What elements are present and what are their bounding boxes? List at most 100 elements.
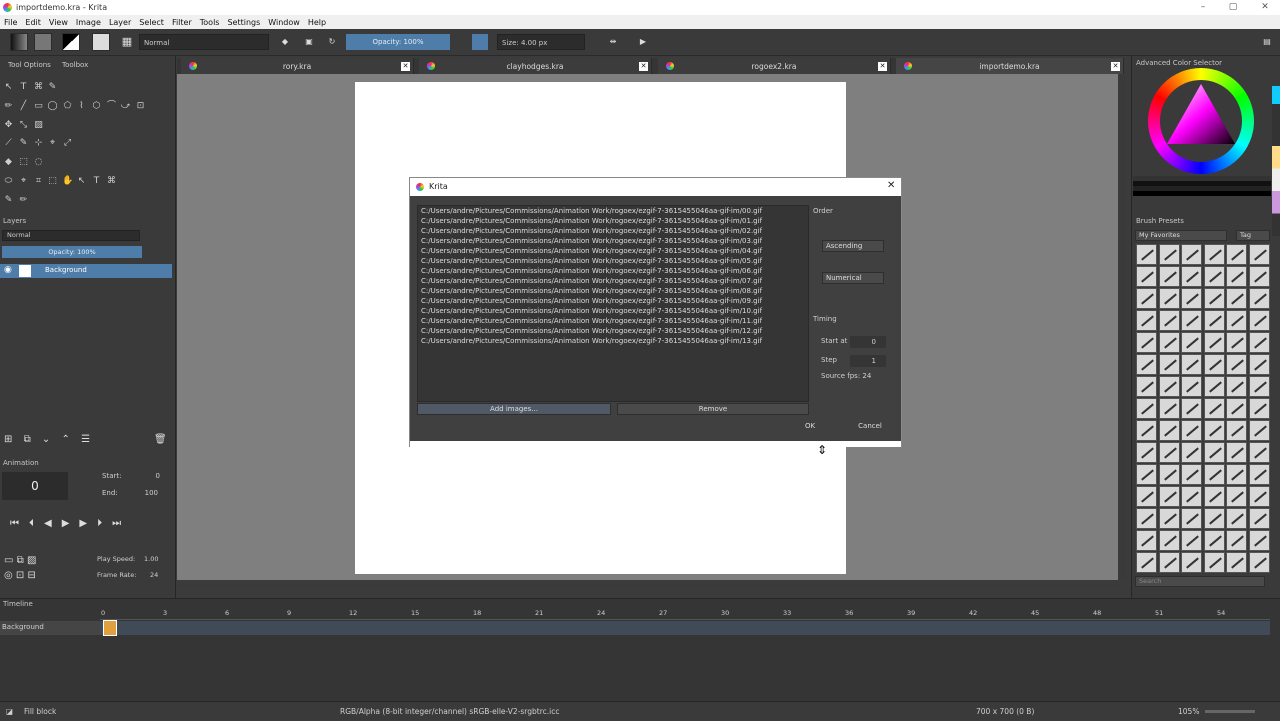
size-slider[interactable]: Size: 4.00 px xyxy=(497,34,585,50)
brush-preset[interactable] xyxy=(1158,266,1180,287)
current-frame-field[interactable]: 0 xyxy=(2,472,68,500)
brush-preset[interactable] xyxy=(1158,398,1180,419)
tool-icon[interactable]: ⌘ xyxy=(106,176,117,187)
workspace-grid-icon[interactable]: ▦ xyxy=(118,33,136,51)
brush-preset[interactable] xyxy=(1226,266,1247,287)
brush-preset[interactable] xyxy=(1203,420,1225,441)
next-keyframe-icon[interactable]: ⏵ xyxy=(97,518,112,529)
layer-row-background[interactable]: ◉ Background xyxy=(0,264,172,278)
end-field[interactable]: 100 xyxy=(142,489,158,497)
brush-preset[interactable] xyxy=(1158,244,1180,265)
tool-icon[interactable]: ⊡ xyxy=(135,101,146,112)
brush-preset[interactable] xyxy=(1226,398,1247,419)
brush-preset[interactable] xyxy=(1181,288,1202,309)
tag-button[interactable]: Tag xyxy=(1236,230,1270,241)
brush-preset[interactable] xyxy=(1248,310,1270,331)
brush-preset[interactable] xyxy=(1158,464,1180,485)
first-frame-icon[interactable]: ⏮ xyxy=(10,518,29,529)
brush-preset[interactable] xyxy=(1248,486,1270,507)
brush-preset[interactable] xyxy=(1136,266,1157,287)
brush-preset[interactable] xyxy=(1158,310,1180,331)
tool-icon[interactable]: ⌗ xyxy=(33,176,44,187)
frame-rate-field[interactable]: 24 xyxy=(150,571,158,579)
start-at-spinbox[interactable]: 0 xyxy=(850,336,886,348)
brush-preset[interactable] xyxy=(1181,486,1202,507)
delete-layer-icon[interactable]: 🗑 xyxy=(154,434,167,445)
brush-preset[interactable] xyxy=(1181,376,1202,397)
brush-preset[interactable] xyxy=(1226,288,1247,309)
brush-preset[interactable] xyxy=(1226,354,1247,375)
brush-preset-icon[interactable] xyxy=(92,33,110,51)
brush-preset[interactable] xyxy=(1181,354,1202,375)
brush-preset[interactable] xyxy=(1203,288,1225,309)
layer-opacity-slider[interactable]: Opacity: 100% xyxy=(2,246,142,258)
close-tab-icon[interactable]: ✕ xyxy=(639,62,648,71)
drop-frames-icon[interactable]: ⧉ xyxy=(17,555,24,566)
tab-rogoex2[interactable]: rogoex2.kra ✕ xyxy=(658,58,891,75)
maximize-icon[interactable]: ▢ xyxy=(1218,0,1248,15)
brush-preset[interactable] xyxy=(1248,530,1270,551)
preserve-alpha-icon[interactable]: ▣ xyxy=(300,33,318,51)
duplicate-layer-icon[interactable]: ⧉ xyxy=(24,434,31,445)
tab-toolbox[interactable]: Toolbox xyxy=(62,58,88,72)
brush-preset[interactable] xyxy=(1181,552,1202,573)
brush-preset[interactable] xyxy=(1136,376,1157,397)
tool-icon[interactable]: ⌒ xyxy=(106,101,117,112)
layer-properties-icon[interactable]: ☰ xyxy=(81,434,90,445)
flow-slider[interactable] xyxy=(472,34,488,50)
play-icon[interactable]: ▶ xyxy=(62,518,80,529)
tool-icon[interactable]: ╱ xyxy=(18,101,29,112)
brush-preset[interactable] xyxy=(1181,508,1202,529)
brush-preset[interactable] xyxy=(1248,288,1270,309)
brush-preset[interactable] xyxy=(1226,332,1247,353)
menu-tools[interactable]: Tools xyxy=(196,18,224,27)
file-list-item[interactable]: C:/Users/andre/Pictures/Commissions/Anim… xyxy=(418,256,808,266)
palette-swatches[interactable] xyxy=(1272,86,1280,236)
gradient-swatch[interactable] xyxy=(10,33,28,51)
tool-icon[interactable]: ⟋ xyxy=(3,138,14,149)
brush-preset[interactable] xyxy=(1181,310,1202,331)
brush-preset[interactable] xyxy=(1181,244,1202,265)
brush-preset[interactable] xyxy=(1203,508,1225,529)
tool-icon[interactable]: ⤢ xyxy=(62,138,73,149)
prev-frame-icon[interactable]: ◀ xyxy=(44,518,62,529)
minimize-icon[interactable]: – xyxy=(1188,0,1218,15)
menu-select[interactable]: Select xyxy=(135,18,168,27)
brush-preset[interactable] xyxy=(1203,398,1225,419)
file-list-item[interactable]: C:/Users/andre/Pictures/Commissions/Anim… xyxy=(418,306,808,316)
brush-preset[interactable] xyxy=(1136,310,1157,331)
tool-icon[interactable]: ↖ xyxy=(76,176,87,187)
move-up-icon[interactable]: ⌃ xyxy=(61,434,69,445)
file-list-item[interactable]: C:/Users/andre/Pictures/Commissions/Anim… xyxy=(418,296,808,306)
brush-preset[interactable] xyxy=(1203,266,1225,287)
close-tab-icon[interactable]: ✕ xyxy=(401,62,410,71)
order-direction-select[interactable]: Ascending xyxy=(822,240,884,252)
menu-help[interactable]: Help xyxy=(304,18,330,27)
brush-preset[interactable] xyxy=(1158,332,1180,353)
brush-preset[interactable] xyxy=(1181,530,1202,551)
onion-skin-icon[interactable]: ▭ xyxy=(4,555,13,566)
tool-icon[interactable]: ◌ xyxy=(33,157,44,168)
blend-mode-select[interactable]: Normal xyxy=(139,34,269,50)
tab-clayhodges[interactable]: clayhodges.kra ✕ xyxy=(419,58,652,75)
brush-search-field[interactable]: Search xyxy=(1135,576,1265,587)
ok-button[interactable]: OK xyxy=(795,421,825,433)
brush-preset[interactable] xyxy=(1136,486,1157,507)
brush-preset[interactable] xyxy=(1203,354,1225,375)
menu-window[interactable]: Window xyxy=(264,18,304,27)
brush-preset[interactable] xyxy=(1226,486,1247,507)
cancel-button[interactable]: Cancel xyxy=(850,421,890,433)
remove-button[interactable]: Remove xyxy=(617,403,809,415)
brush-preset[interactable] xyxy=(1226,420,1247,441)
audio-icon[interactable]: ◎ xyxy=(4,570,13,581)
menu-edit[interactable]: Edit xyxy=(21,18,45,27)
brush-preset[interactable] xyxy=(1181,266,1202,287)
brush-preset[interactable] xyxy=(1248,244,1270,265)
tool-icon[interactable]: ⌘ xyxy=(33,82,44,93)
tool-icon[interactable]: ⬭ xyxy=(3,176,14,187)
brush-preset[interactable] xyxy=(1158,530,1180,551)
brush-preset[interactable] xyxy=(1226,442,1247,463)
frame-track[interactable] xyxy=(100,621,1270,635)
brush-preset[interactable] xyxy=(1158,442,1180,463)
file-list-item[interactable]: C:/Users/andre/Pictures/Commissions/Anim… xyxy=(418,266,808,276)
